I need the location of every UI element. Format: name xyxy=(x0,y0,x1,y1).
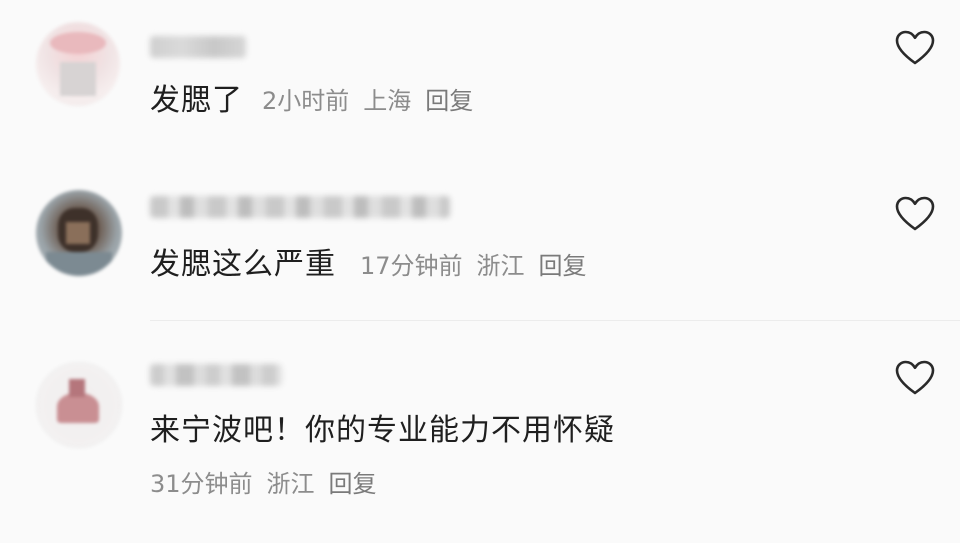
heart-outline-icon xyxy=(895,196,935,231)
comment-meta: 17分钟前 浙江 回复 xyxy=(360,254,587,278)
comment-item: 发腮了 2小时前 上海 回复 xyxy=(0,0,960,170)
comment-location: 浙江 xyxy=(476,252,525,280)
heart-outline-icon xyxy=(895,30,935,65)
like-button[interactable] xyxy=(895,360,935,396)
user-avatar[interactable] xyxy=(36,362,122,448)
reply-button[interactable]: 回复 xyxy=(539,252,587,280)
comment-text: 发腮了 xyxy=(150,83,243,118)
username-redacted[interactable] xyxy=(150,36,246,58)
reply-button[interactable]: 回复 xyxy=(425,87,473,115)
comment-text: 来宁波吧！你的专业能力不用怀疑 xyxy=(150,413,615,448)
comment-meta: 31分钟前 浙江 回复 xyxy=(150,472,377,496)
user-avatar[interactable] xyxy=(36,190,122,276)
comment-time: 17分钟前 xyxy=(360,252,463,280)
reply-button[interactable]: 回复 xyxy=(329,470,377,498)
like-button[interactable] xyxy=(895,30,935,66)
comment-item: 发腮这么严重 17分钟前 浙江 回复 xyxy=(0,170,960,330)
comment-location: 浙江 xyxy=(266,470,315,498)
comment-time: 31分钟前 xyxy=(150,470,253,498)
username-redacted[interactable] xyxy=(150,364,282,386)
like-button[interactable] xyxy=(895,196,935,232)
heart-outline-icon xyxy=(895,360,935,395)
username-redacted[interactable] xyxy=(150,196,450,218)
comment-meta: 2小时前 上海 回复 xyxy=(262,89,473,113)
comment-list: 发腮了 2小时前 上海 回复 发腮这么严重 17分钟前 浙江 回复 来宁波吧！你… xyxy=(0,0,960,543)
comment-text: 发腮这么严重 xyxy=(150,247,336,282)
divider xyxy=(150,320,960,321)
comment-location: 上海 xyxy=(363,87,412,115)
comment-time: 2小时前 xyxy=(262,87,350,115)
comment-item: 来宁波吧！你的专业能力不用怀疑 31分钟前 浙江 回复 xyxy=(0,340,960,543)
user-avatar[interactable] xyxy=(36,22,120,106)
